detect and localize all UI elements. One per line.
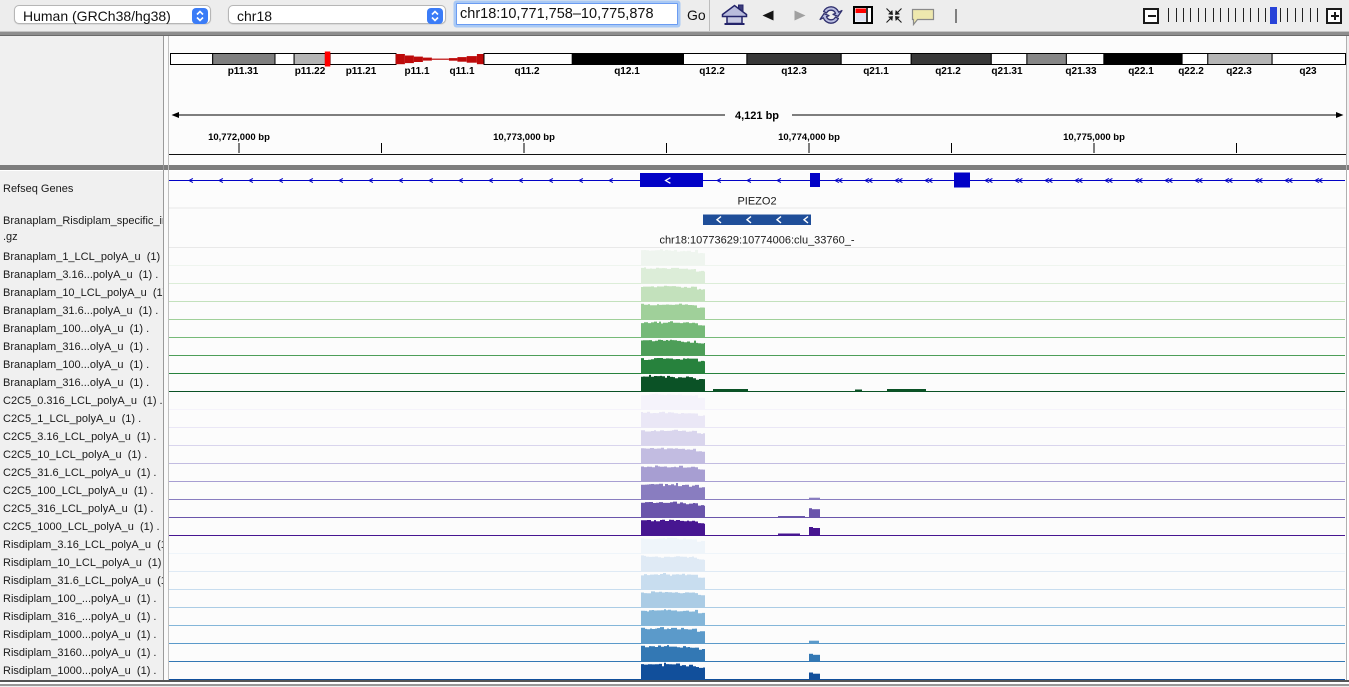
svg-text:q22.3: q22.3: [1226, 66, 1252, 77]
svg-text:q21.33: q21.33: [1065, 66, 1097, 77]
svg-text:q12.3: q12.3: [781, 66, 807, 77]
svg-text:q22.1: q22.1: [1128, 66, 1154, 77]
svg-text:10,775,000 bp: 10,775,000 bp: [1063, 132, 1125, 143]
svg-text:q11.1: q11.1: [449, 66, 474, 77]
svg-text:PIEZO2: PIEZO2: [737, 196, 776, 208]
svg-text:q12.2: q12.2: [699, 66, 725, 77]
svg-text:p11.1: p11.1: [404, 66, 429, 77]
svg-text:q21.1: q21.1: [863, 66, 889, 77]
svg-text:10,772,000 bp: 10,772,000 bp: [208, 132, 270, 143]
svg-text:4,121 bp: 4,121 bp: [735, 110, 779, 122]
svg-text:q22.2: q22.2: [1178, 66, 1204, 77]
svg-text:q12.1: q12.1: [614, 66, 640, 77]
svg-text:p11.31: p11.31: [228, 66, 259, 77]
svg-text:p11.22: p11.22: [295, 66, 326, 77]
svg-text:10,773,000 bp: 10,773,000 bp: [493, 132, 555, 143]
svg-text:q11.2: q11.2: [514, 66, 539, 77]
svg-text:10,774,000 bp: 10,774,000 bp: [778, 132, 840, 143]
svg-text:chr18:10773629:10774006:clu_33: chr18:10773629:10774006:clu_33760_-: [659, 235, 854, 247]
svg-text:p11.21: p11.21: [346, 66, 377, 77]
svg-text:q21.31: q21.31: [991, 66, 1023, 77]
svg-text:q23: q23: [1299, 66, 1317, 77]
svg-text:q21.2: q21.2: [935, 66, 961, 77]
